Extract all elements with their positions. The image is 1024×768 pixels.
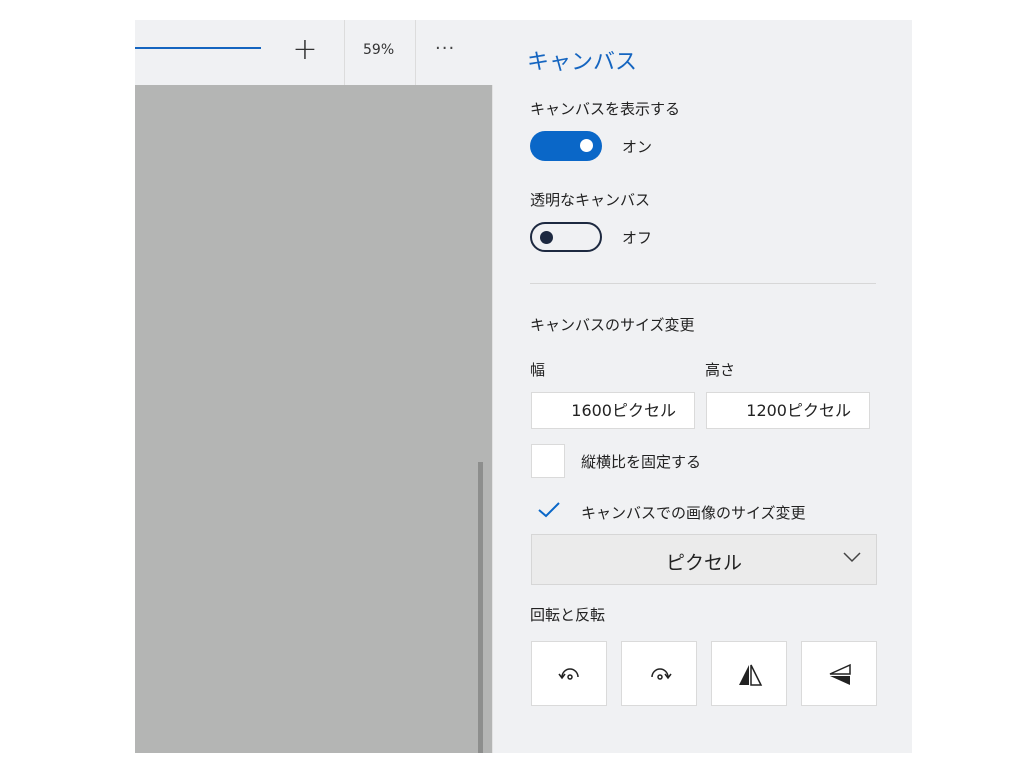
- ellipsis-icon[interactable]: ···: [435, 38, 455, 59]
- zoom-toolbar: + 59% ···: [135, 20, 517, 85]
- flip-horizontal-icon: [739, 664, 763, 686]
- zoom-slider[interactable]: [135, 47, 261, 49]
- show-canvas-label: キャンバスを表示する: [530, 100, 681, 118]
- flip-horizontal-button[interactable]: [711, 641, 787, 706]
- section-divider: [530, 283, 876, 284]
- checkmark-icon: [538, 502, 560, 518]
- width-input[interactable]: 1600ピクセル: [531, 392, 695, 429]
- panel-title: キャンバス: [527, 50, 638, 75]
- toggle-knob: [540, 231, 553, 244]
- rotate-flip-heading: 回転と反転: [530, 606, 606, 624]
- height-label: 高さ: [705, 361, 736, 379]
- unit-value: ピクセル: [665, 552, 742, 574]
- paint3d-window: + 59% ··· キャンバス キャンバスを表示する オン 透明なキャンバス オ…: [135, 20, 912, 753]
- resize-image-label: キャンバスでの画像のサイズ変更: [581, 504, 806, 522]
- panel-divider: [492, 85, 493, 753]
- toolbar-divider: [415, 20, 416, 85]
- show-canvas-state: オン: [622, 138, 653, 156]
- transparent-canvas-label: 透明なキャンバス: [530, 191, 651, 209]
- flip-vertical-icon: [829, 663, 851, 685]
- rotate-right-icon: [651, 668, 672, 680]
- vertical-scrollbar[interactable]: [478, 462, 483, 753]
- height-input[interactable]: 1200ピクセル: [706, 392, 870, 429]
- show-canvas-toggle[interactable]: [530, 131, 602, 161]
- rotate-right-button[interactable]: [621, 641, 697, 706]
- lock-aspect-checkbox[interactable]: [531, 444, 565, 478]
- rotate-left-icon: [558, 668, 579, 680]
- width-label: 幅: [530, 361, 546, 379]
- flip-vertical-button[interactable]: [801, 641, 877, 706]
- zoom-level[interactable]: 59%: [363, 42, 394, 58]
- toggle-knob: [580, 139, 593, 152]
- transparent-canvas-state: オフ: [622, 229, 653, 247]
- resize-image-checkbox[interactable]: [531, 493, 565, 527]
- plus-icon[interactable]: +: [290, 35, 320, 66]
- toolbar-divider: [344, 20, 345, 85]
- rotate-left-button[interactable]: [531, 641, 607, 706]
- chevron-down-icon: [843, 552, 861, 563]
- canvas-panel: キャンバス キャンバスを表示する オン 透明なキャンバス オフ キャンバスのサイ…: [527, 20, 883, 753]
- resize-heading: キャンバスのサイズ変更: [530, 316, 695, 334]
- unit-dropdown[interactable]: ピクセル: [531, 534, 877, 585]
- canvas-area[interactable]: [135, 85, 492, 753]
- transparent-canvas-toggle[interactable]: [530, 222, 602, 252]
- lock-aspect-label: 縦横比を固定する: [581, 453, 702, 471]
